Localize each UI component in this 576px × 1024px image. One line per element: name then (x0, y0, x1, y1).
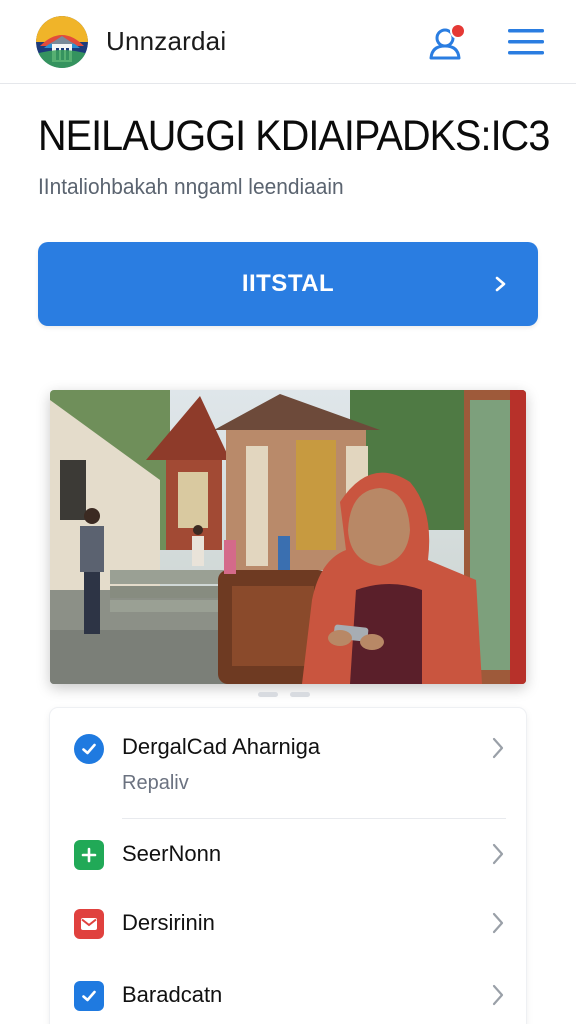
list-item-title: SeerNonn (122, 841, 222, 866)
plus-square-icon (74, 840, 104, 870)
list-item-title: DergalCad Aharniga (122, 734, 321, 759)
app-title: Unnzardai (106, 26, 227, 56)
hero-photo[interactable] (50, 390, 526, 684)
carousel-indicator[interactable] (258, 692, 318, 698)
notification-button[interactable] (424, 20, 470, 64)
mail-icon (74, 909, 104, 939)
list-item[interactable]: SeerNonn (50, 819, 526, 889)
menu-button[interactable] (502, 20, 550, 64)
page-headline: NEILAUGGI KDIAIPADKS:IC3 (38, 112, 550, 160)
page-subtitle: IIntaliohbakah nngaml leendiaain (38, 174, 344, 199)
list-item-title: Baradcatn (122, 982, 223, 1007)
install-button[interactable]: IITSTAL (38, 242, 538, 326)
chevron-right-icon (495, 276, 506, 292)
hamburger-menu-icon (508, 29, 544, 55)
list-item-subtitle: Repaliv (122, 772, 189, 794)
carousel-dot[interactable] (258, 692, 278, 697)
check-circle-icon (74, 734, 104, 764)
chevron-right-icon (492, 843, 504, 865)
user-bell-icon (429, 23, 466, 60)
carousel-dot[interactable] (290, 692, 310, 697)
list-item-title: Dersirinin (122, 910, 215, 935)
list-item[interactable]: DergalCad Aharniga Repaliv (50, 708, 526, 818)
list-item[interactable]: Baradcatn (50, 959, 526, 1024)
top-app-bar: Unnzardai (0, 0, 576, 84)
install-button-label: IITSTAL (241, 270, 335, 297)
chevron-right-icon (492, 984, 504, 1006)
check-square-icon (74, 981, 104, 1011)
options-list: DergalCad Aharniga Repaliv SeerNonn Ders… (50, 708, 526, 1024)
app-screen: Unnzardai NEILAUGGI KDIAIPADKS:IC3 IInta… (0, 0, 576, 1024)
chevron-right-icon (492, 912, 504, 934)
list-item[interactable]: Dersirinin (50, 889, 526, 959)
chevron-right-icon (492, 737, 504, 759)
mosque-logo-icon[interactable] (36, 16, 88, 68)
